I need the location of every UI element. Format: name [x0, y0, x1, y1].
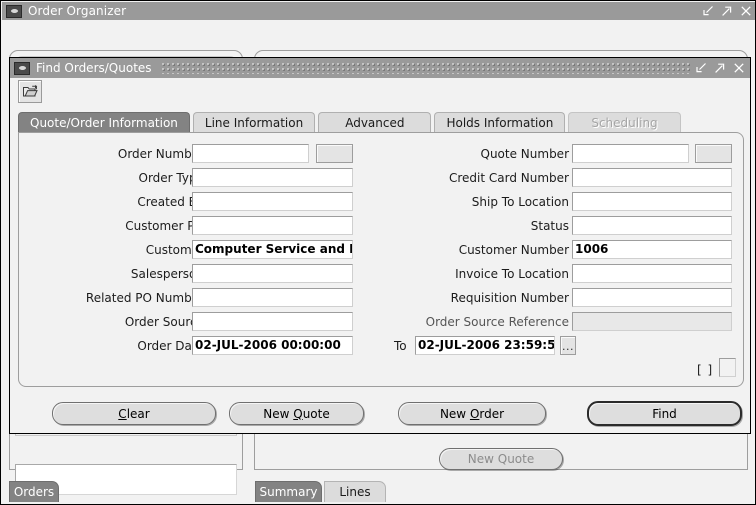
label-status: Status — [530, 219, 569, 233]
input-requisition-number[interactable] — [572, 288, 732, 307]
input-status[interactable] — [572, 216, 732, 235]
order-date-to-lov-button[interactable]: ... — [560, 336, 576, 355]
input-invoice-to-location[interactable] — [572, 264, 732, 283]
order-number-lov-button[interactable] — [316, 144, 353, 163]
flag-checkbox[interactable] — [719, 358, 736, 377]
tab-advanced-label: Advanced — [345, 116, 405, 130]
find-orders-quotes-dialog: Find Orders/Quotes Quote/Order Informati… — [9, 57, 751, 434]
bottom-tab-lines-label: Lines — [339, 485, 371, 499]
bottom-tab-summary-label: Summary — [259, 485, 318, 499]
dialog-restore-down-icon[interactable] — [695, 62, 707, 74]
input-credit-card-number[interactable] — [572, 168, 732, 187]
dialog-titlebar[interactable]: Find Orders/Quotes — [10, 58, 750, 78]
bottom-tab-summary[interactable]: Summary — [255, 481, 322, 502]
dialog-maximize-icon[interactable] — [714, 62, 726, 74]
window-menu-icon[interactable] — [6, 4, 22, 18]
tab-holds-information[interactable]: Holds Information — [434, 112, 566, 133]
input-created-by[interactable] — [192, 192, 353, 211]
dialog-menu-icon[interactable] — [14, 61, 30, 75]
order-organizer-window: Order Organizer New Quote Orders Summary… — [0, 0, 756, 505]
flag-label: [ ] — [697, 363, 714, 377]
input-order-type[interactable] — [192, 168, 353, 187]
input-related-po-number[interactable] — [192, 288, 353, 307]
dialog-close-icon[interactable] — [733, 62, 745, 74]
dialog-toolbar — [10, 78, 750, 106]
label-invoice-to-location: Invoice To Location — [455, 267, 569, 281]
tab-scheduling-label: Scheduling — [591, 116, 658, 130]
input-customer[interactable]: Computer Service and Re — [192, 240, 353, 259]
label-order-date: Order Date — [137, 339, 204, 353]
label-ship-to-location: Ship To Location — [471, 195, 569, 209]
find-button[interactable]: Find — [587, 401, 742, 426]
tab-advanced[interactable]: Advanced — [318, 112, 432, 133]
label-related-po-number: Related PO Number — [85, 291, 204, 305]
new-quote-button[interactable]: New Quote — [229, 402, 364, 425]
window-controls — [702, 2, 752, 20]
input-order-date-from[interactable]: 02-JUL-2006 00:00:00 — [192, 336, 353, 355]
label-salesperson: Salesperson — [130, 267, 204, 281]
label-order-number: Order Number — [117, 147, 204, 161]
tab-scheduling: Scheduling — [568, 112, 681, 133]
new-order-button-label: New Order — [439, 406, 505, 421]
tab-line-information-label: Line Information — [204, 116, 304, 130]
input-salesperson[interactable] — [192, 264, 353, 283]
clear-button[interactable]: Clear — [52, 402, 216, 425]
restore-down-icon[interactable] — [702, 5, 714, 17]
input-order-date-to[interactable]: 02-JUL-2006 23:59:59 — [415, 336, 555, 355]
label-customer-po: Customer PO — [125, 219, 204, 233]
tab-holds-information-label: Holds Information — [446, 116, 554, 130]
label-order-source-reference: Order Source Reference — [425, 315, 569, 329]
background-new-quote-label: New Quote — [467, 452, 535, 466]
tab-quote-order-information-label: Quote/Order Information — [30, 116, 178, 130]
titlebar-drag-hatch — [161, 62, 691, 74]
input-quote-number[interactable] — [572, 144, 689, 163]
label-order-type: Order Type — [138, 171, 204, 185]
tab-quote-order-information[interactable]: Quote/Order Information — [18, 112, 190, 133]
find-button-label: Find — [652, 406, 677, 421]
maximize-icon[interactable] — [721, 5, 733, 17]
input-order-source-reference — [572, 312, 732, 331]
input-order-number[interactable] — [192, 144, 309, 163]
tab-line-information[interactable]: Line Information — [192, 112, 316, 133]
bottom-tab-lines[interactable]: Lines — [324, 481, 386, 502]
input-order-source[interactable] — [192, 312, 353, 331]
clear-button-label: Clear — [118, 406, 150, 421]
window-titlebar[interactable]: Order Organizer — [2, 2, 755, 20]
background-new-quote-button[interactable]: New Quote — [439, 448, 563, 470]
open-folder-icon[interactable] — [18, 80, 42, 103]
dialog-tabstrip: Quote/Order Information Line Information… — [18, 112, 744, 133]
label-order-source: Order Source — [124, 315, 204, 329]
close-icon[interactable] — [740, 5, 752, 17]
label-created-by: Created By — [137, 195, 204, 209]
new-quote-button-label: New Quote — [263, 406, 330, 421]
window-title: Order Organizer — [28, 4, 127, 18]
label-quote-number: Quote Number — [480, 147, 570, 161]
dialog-title: Find Orders/Quotes — [36, 61, 152, 75]
label-requisition-number: Requisition Number — [450, 291, 569, 305]
new-order-button[interactable]: New Order — [398, 402, 546, 425]
quote-number-lov-button[interactable] — [695, 144, 732, 163]
bottom-tab-orders[interactable]: Orders — [9, 481, 59, 502]
label-customer-number: Customer Number — [458, 243, 569, 257]
bottom-tab-orders-label: Orders — [13, 485, 55, 499]
label-order-date-to: To — [394, 339, 407, 353]
label-customer: Customer — [145, 243, 204, 257]
quote-order-information-page: Order Number Order Type Created By Custo… — [18, 132, 744, 387]
input-customer-po[interactable] — [192, 216, 353, 235]
input-ship-to-location[interactable] — [572, 192, 732, 211]
input-customer-number[interactable]: 1006 — [572, 240, 732, 259]
label-credit-card-number: Credit Card Number — [449, 171, 569, 185]
